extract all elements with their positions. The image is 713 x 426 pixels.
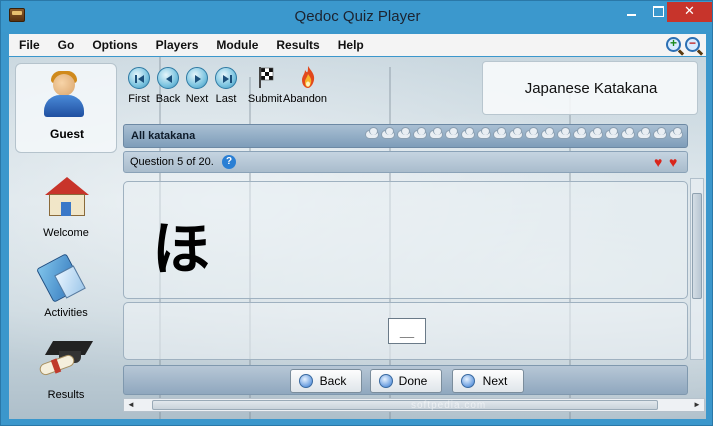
home-icon-door — [61, 202, 71, 216]
zoom-out-icon[interactable]: − — [685, 36, 700, 52]
progress-cloud-icon — [397, 127, 411, 139]
navigation-bar: Back Done Next — [123, 365, 688, 395]
quiz-player-window: Qedoc Quiz Player ✕ File Go Options Play… — [0, 0, 713, 426]
question-status: Question 5 of 20. — [130, 156, 214, 168]
vertical-scroll-thumb[interactable] — [692, 193, 702, 299]
sidebar: Guest Welcome Activities Results — [9, 57, 119, 419]
minimize-button[interactable] — [618, 2, 645, 22]
watermark: softpedia.com — [411, 400, 487, 411]
progress-cloud-icon — [461, 127, 475, 139]
abandon-label: Abandon — [283, 93, 328, 105]
nav-next-button[interactable]: Next — [452, 369, 524, 393]
back-icon — [157, 67, 179, 89]
progress-cloud-icon — [413, 127, 427, 139]
next-icon — [186, 67, 208, 89]
fire-icon — [302, 66, 315, 88]
answer-input[interactable]: __ — [388, 318, 426, 344]
module-title-box: Japanese Katakana — [482, 61, 698, 115]
progress-cloud-icon — [573, 127, 587, 139]
zoom-controls: + − — [666, 36, 700, 52]
progress-cloud-icon — [525, 127, 539, 139]
checkered-flag-icon — [259, 67, 274, 88]
title-bar[interactable]: Qedoc Quiz Player ✕ — [1, 1, 712, 32]
zoom-in-icon[interactable]: + — [666, 36, 681, 52]
module-title: Japanese Katakana — [524, 80, 658, 97]
first-icon — [128, 67, 150, 89]
home-icon — [45, 177, 89, 195]
sidebar-item-results[interactable]: Results — [15, 333, 117, 409]
last-label: Last — [215, 93, 237, 105]
last-button[interactable]: Last — [210, 65, 242, 111]
progress-clouds — [365, 127, 683, 139]
menu-players[interactable]: Players — [146, 38, 207, 52]
answer-pane: __ — [123, 302, 688, 360]
section-header: All katakana — [123, 124, 688, 148]
section-title: All katakana — [131, 130, 196, 142]
user-avatar-head — [53, 74, 75, 96]
menu-results[interactable]: Results — [266, 38, 327, 52]
next-icon — [461, 374, 475, 388]
zoom-in-glyph: + — [669, 36, 677, 50]
done-icon — [379, 374, 393, 388]
progress-cloud-icon — [477, 127, 491, 139]
menu-help[interactable]: Help — [328, 38, 372, 52]
progress-cloud-icon — [365, 127, 379, 139]
sidebar-item-welcome[interactable]: Welcome — [15, 171, 117, 247]
vertical-scrollbar[interactable] — [690, 178, 704, 360]
menu-file[interactable]: File — [9, 38, 48, 52]
submit-label: Submit — [247, 93, 283, 105]
sidebar-item-label: Welcome — [43, 227, 89, 239]
progress-cloud-icon — [653, 127, 667, 139]
heart-icon: ♥ — [669, 154, 678, 170]
progress-cloud-icon — [493, 127, 507, 139]
progress-cloud-icon — [557, 127, 571, 139]
close-button[interactable]: ✕ — [667, 2, 712, 22]
progress-cloud-icon — [605, 127, 619, 139]
progress-cloud-icon — [669, 127, 683, 139]
progress-cloud-icon — [509, 127, 523, 139]
progress-cloud-icon — [621, 127, 635, 139]
horizontal-scroll-thumb[interactable] — [152, 400, 658, 410]
progress-cloud-icon — [381, 127, 395, 139]
scroll-right-arrow-icon[interactable]: ► — [691, 399, 703, 411]
sidebar-item-activities[interactable]: Activities — [15, 251, 117, 327]
sidebar-item-label: Activities — [44, 307, 88, 319]
user-name: Guest — [49, 127, 84, 141]
back-icon — [299, 374, 313, 388]
question-pane: ほ — [123, 181, 688, 299]
menu-module[interactable]: Module — [206, 38, 266, 52]
scroll-left-arrow-icon[interactable]: ◄ — [125, 399, 137, 411]
help-icon[interactable]: ? — [222, 155, 236, 169]
menu-bar: File Go Options Players Module Results H… — [9, 34, 706, 56]
heart-icon: ♥ — [654, 154, 663, 170]
user-avatar-body — [44, 95, 84, 117]
nav-back-button[interactable]: Back — [290, 369, 362, 393]
nav-done-button[interactable]: Done — [370, 369, 442, 393]
progress-cloud-icon — [429, 127, 443, 139]
zoom-out-glyph: − — [688, 36, 696, 50]
nav-next-label: Next — [482, 374, 508, 388]
progress-cloud-icon — [589, 127, 603, 139]
lives-indicator: ♥ ♥ — [654, 155, 683, 169]
menu-options[interactable]: Options — [82, 38, 145, 52]
nav-done-label: Done — [398, 374, 428, 388]
progress-cloud-icon — [637, 127, 651, 139]
progress-cloud-icon — [445, 127, 459, 139]
client-area: Guest Welcome Activities Results First B… — [9, 57, 706, 419]
menu-go[interactable]: Go — [48, 38, 83, 52]
submit-button[interactable]: Submit — [248, 65, 282, 111]
question-character: ほ — [152, 215, 211, 283]
abandon-button[interactable]: Abandon — [283, 65, 327, 111]
user-card[interactable]: Guest — [15, 63, 117, 153]
progress-cloud-icon — [541, 127, 555, 139]
last-icon — [215, 67, 237, 89]
question-status-bar: Question 5 of 20. ? ♥ ♥ — [123, 151, 688, 173]
nav-back-label: Back — [319, 374, 347, 388]
window-title: Qedoc Quiz Player — [294, 8, 421, 25]
sidebar-item-label: Results — [47, 389, 85, 401]
